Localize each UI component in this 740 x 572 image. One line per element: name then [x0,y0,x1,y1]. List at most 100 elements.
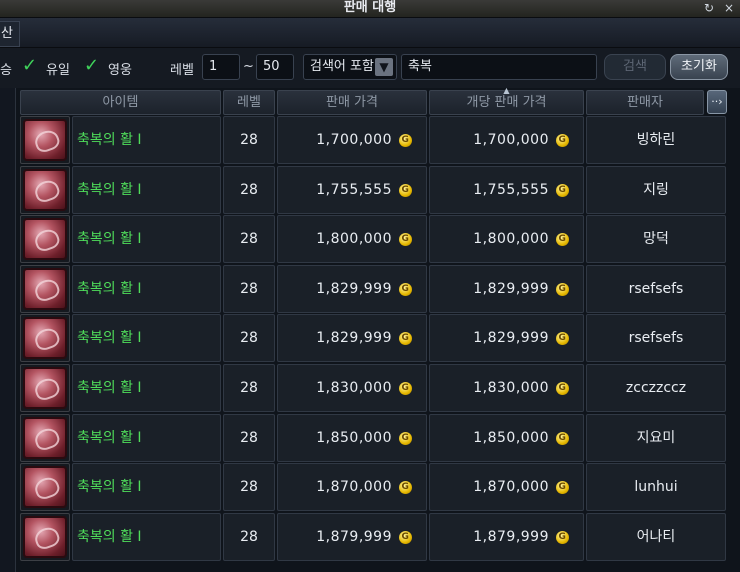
item-name[interactable]: 축복의 활 I [72,116,221,164]
more-columns-button[interactable]: ··› [707,90,727,114]
item-name[interactable]: 축복의 활 I [72,215,221,264]
restore-icon[interactable]: ↻ [704,1,714,15]
table-row[interactable]: 축복의 활 I 28 1,700,000 G 1,700,000 G 빙하린 [20,116,730,164]
seller-name[interactable]: lunhui [586,463,726,512]
seller-name[interactable]: 망덕 [586,215,726,264]
close-icon[interactable]: × [724,1,734,15]
bow-item-icon[interactable] [23,416,67,459]
seller-name[interactable]: zcczzccz [586,364,726,412]
table-row[interactable]: 축복의 활 I 28 1,829,999 G 1,829,999 G rsefs… [20,314,730,363]
gold-coin-icon: G [556,183,569,197]
item-icon-cell[interactable] [20,116,70,164]
bow-item-icon[interactable] [23,267,67,310]
price-value: 1,829,999 [316,280,392,297]
item-icon-cell[interactable] [20,413,70,462]
price-value: 1,830,000 [316,380,392,396]
price-value: 1,850,000 [316,429,392,446]
price-value: 1,755,555 [316,181,392,198]
table-row[interactable]: 축복의 활 I 28 1,800,000 G 1,800,000 G 망덕 [20,215,730,264]
item-icon-cell[interactable] [20,264,70,313]
gold-coin-icon: G [556,382,569,395]
item-icon-cell[interactable] [20,165,70,214]
bow-item-icon[interactable] [23,168,67,211]
hero-checkbox-check-icon[interactable]: ✓ [84,57,102,76]
table-row[interactable]: 축복의 활 I 28 1,755,555 G 1,755,555 G 지링 [20,165,730,214]
item-unit-price: 1,755,555 G [429,165,584,214]
bow-item-icon[interactable] [23,466,67,509]
unit-price-value: 1,800,000 [473,231,549,248]
hero-label[interactable]: 영웅 [108,59,132,78]
bow-item-icon[interactable] [23,218,67,261]
item-price: 1,850,000 G [277,413,427,462]
gold-coin-icon: G [556,233,569,247]
search-mode-value: 검색어 포함 [310,59,374,74]
item-name[interactable]: 축복의 활 I [72,165,221,214]
item-name[interactable]: 축복의 활 I [72,463,221,512]
item-price: 1,829,999 G [277,264,427,313]
bow-item-icon[interactable] [23,515,67,558]
unit-price-value: 1,829,999 [473,330,549,347]
item-icon-cell[interactable] [20,215,70,264]
gold-coin-icon: G [556,282,569,296]
table-row[interactable]: 축복의 활 I 28 1,829,999 G 1,829,999 G rsefs… [20,264,730,313]
header-seller[interactable]: 판매자 [586,90,704,115]
gold-coin-icon: G [399,431,412,445]
window-title: 판매 대행 [343,0,397,15]
item-name[interactable]: 축복의 활 I [72,413,221,462]
item-price: 1,830,000 G [277,364,427,412]
gold-coin-icon: G [399,134,412,147]
chevron-down-icon[interactable]: ▼ [375,58,393,76]
table-row[interactable]: 축복의 활 I 28 1,879,999 G 1,879,999 G 어나티 [20,512,730,561]
item-unit-price: 1,700,000 G [429,116,584,164]
gold-coin-icon: G [556,134,569,147]
relic-checkbox-check-icon[interactable]: ✓ [22,57,40,76]
relic-label[interactable]: 유일 [46,59,70,78]
table-row[interactable]: 축복의 활 I 28 1,870,000 G 1,870,000 G lunhu… [20,463,730,512]
item-icon-cell[interactable] [20,512,70,561]
item-name[interactable]: 축복의 활 I [72,314,221,363]
item-level: 28 [223,116,275,164]
price-value: 1,800,000 [316,231,392,248]
filter-bar: 승 ✓ 유일 ✓ 영웅 레벨 1 ~ 50 검색어 포함 ▼ 축복 검색 초기화 [0,48,740,88]
seller-name[interactable]: 빙하린 [586,116,726,164]
price-value: 1,879,999 [316,528,392,545]
header-item[interactable]: 아이템 [20,90,221,115]
seller-name[interactable]: rsefsefs [586,314,726,363]
gold-coin-icon: G [399,183,412,197]
item-name[interactable]: 축복의 활 I [72,364,221,412]
bow-item-icon[interactable] [23,119,67,161]
item-name[interactable]: 축복의 활 I [72,264,221,313]
seller-name[interactable]: 지링 [586,165,726,214]
item-level: 28 [223,364,275,412]
reset-button[interactable]: 초기화 [670,54,728,80]
unit-price-value: 1,829,999 [473,280,549,297]
seller-name[interactable]: 어나티 [586,512,726,561]
search-mode-select[interactable]: 검색어 포함 ▼ [303,54,397,80]
table-row[interactable]: 축복의 활 I 28 1,850,000 G 1,850,000 G 지요미 [20,413,730,462]
gold-coin-icon: G [556,431,569,445]
item-icon-cell[interactable] [20,364,70,412]
header-price[interactable]: 판매 가격 [277,90,427,115]
header-level[interactable]: 레벨 [223,90,275,115]
bow-item-icon[interactable] [23,367,67,409]
bow-item-icon[interactable] [23,317,67,360]
item-icon-cell[interactable] [20,463,70,512]
unit-price-value: 1,830,000 [473,380,549,396]
level-min-input[interactable]: 1 [202,54,240,80]
item-level: 28 [223,264,275,313]
item-price: 1,755,555 G [277,165,427,214]
seller-name[interactable]: rsefsefs [586,264,726,313]
item-price: 1,870,000 G [277,463,427,512]
search-input[interactable]: 축복 [401,54,597,80]
header-unit-price[interactable]: ▲ 개당 판매 가격 [429,86,584,115]
tab-left-partial[interactable]: 산 [0,21,20,47]
item-name[interactable]: 축복의 활 I [72,512,221,561]
item-icon-cell[interactable] [20,314,70,363]
level-max-input[interactable]: 50 [256,54,294,80]
item-level: 28 [223,314,275,363]
search-button[interactable]: 검색 [604,54,666,80]
sort-asc-icon: ▲ [503,86,510,95]
seller-name[interactable]: 지요미 [586,413,726,462]
table-row[interactable]: 축복의 활 I 28 1,830,000 G 1,830,000 G zcczz… [20,364,730,412]
item-level: 28 [223,512,275,561]
